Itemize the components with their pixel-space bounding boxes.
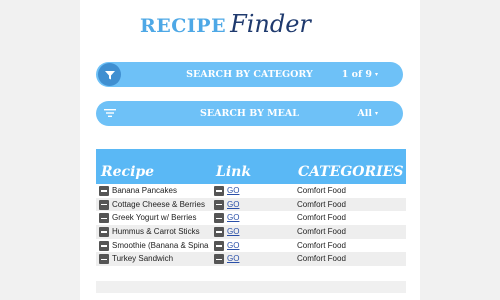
- chevron-down-icon: ▾: [374, 109, 378, 117]
- app-logo: RECIPE Finder: [140, 10, 311, 46]
- collapse-icon[interactable]: [214, 213, 224, 224]
- search-by-meal-dropdown[interactable]: SEARCH BY MEAL All ▾: [96, 101, 403, 126]
- collapse-icon[interactable]: [99, 186, 109, 196]
- chevron-down-icon: ▾: [374, 70, 378, 78]
- table-row: Smoothie (Banana & Spina GO Comfort Food: [96, 238, 406, 253]
- go-link[interactable]: GO: [227, 186, 239, 196]
- table-row: Greek Yogurt w/ Berries GO Comfort Food: [96, 211, 406, 226]
- search-by-category-dropdown[interactable]: SEARCH BY CATEGORY 1 of 9 ▾: [96, 62, 403, 87]
- recipe-category: Comfort Food: [297, 254, 346, 264]
- recipe-name: Turkey Sandwich: [112, 254, 174, 264]
- table-row: Hummus & Carrot Sticks GO Comfort Food: [96, 225, 406, 239]
- table-footer: [96, 281, 406, 293]
- collapse-icon[interactable]: [214, 186, 224, 196]
- category-filter-selected: 1 of 9: [341, 69, 372, 80]
- go-link[interactable]: GO: [227, 227, 239, 237]
- go-link[interactable]: GO: [227, 241, 239, 251]
- recipe-category: Comfort Food: [297, 240, 346, 250]
- collapse-icon[interactable]: [214, 199, 224, 210]
- collapse-icon[interactable]: [214, 254, 224, 265]
- recipe-table-body: Banana Pancakes GO Comfort Food Cottage …: [96, 184, 406, 267]
- collapse-icon[interactable]: [214, 240, 224, 251]
- logo-text-finder: Finder: [230, 10, 311, 38]
- collapse-icon[interactable]: [99, 213, 109, 224]
- category-filter-value: 1 of 9 ▾: [342, 69, 378, 80]
- go-link[interactable]: GO: [227, 213, 239, 223]
- logo-text-recipe: RECIPE: [140, 15, 227, 37]
- meal-filter-value: All ▾: [357, 108, 378, 119]
- column-header-link: Link: [216, 164, 252, 180]
- recipe-name: Greek Yogurt w/ Berries: [112, 213, 197, 223]
- collapse-icon[interactable]: [99, 254, 109, 265]
- recipe-category: Comfort Food: [297, 186, 346, 195]
- go-link[interactable]: GO: [227, 254, 239, 264]
- recipe-name: Banana Pancakes: [112, 186, 177, 195]
- recipe-name: Hummus & Carrot Sticks: [112, 227, 200, 237]
- recipe-category: Comfort Food: [297, 227, 346, 237]
- table-header: Recipe Link CATEGORIES: [96, 149, 406, 184]
- column-header-categories: CATEGORIES: [298, 164, 404, 180]
- collapse-icon[interactable]: [214, 227, 224, 238]
- collapse-icon[interactable]: [99, 240, 109, 251]
- collapse-icon[interactable]: [99, 199, 109, 210]
- column-header-recipe: Recipe: [101, 164, 155, 180]
- table-row: Turkey Sandwich GO Comfort Food: [96, 252, 406, 267]
- table-row: Banana Pancakes GO Comfort Food: [96, 184, 406, 198]
- table-row: Cottage Cheese & Berries GO Comfort Food: [96, 197, 406, 212]
- recipe-name: Cottage Cheese & Berries: [112, 199, 205, 209]
- go-link[interactable]: GO: [227, 200, 239, 210]
- recipe-category: Comfort Food: [297, 199, 346, 209]
- recipe-category: Comfort Food: [297, 213, 346, 223]
- meal-filter-selected: All: [357, 108, 372, 119]
- recipe-name: Smoothie (Banana & Spina: [112, 240, 209, 250]
- collapse-icon[interactable]: [99, 227, 109, 238]
